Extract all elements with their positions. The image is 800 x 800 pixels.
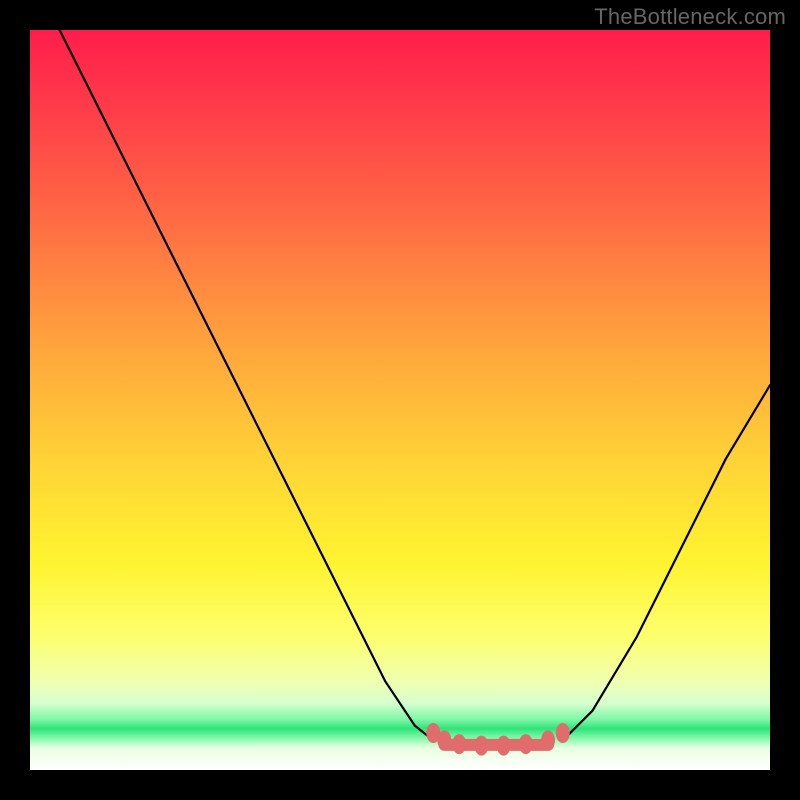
optimal-dot (541, 730, 555, 750)
curves-svg (30, 30, 770, 770)
optimal-dot (556, 723, 570, 743)
optimal-dot (474, 736, 488, 756)
optimal-dot (452, 734, 466, 754)
chart-frame: TheBottleneck.com (0, 0, 800, 800)
optimal-dot (437, 730, 451, 750)
watermark-text: TheBottleneck.com (594, 4, 786, 30)
right-branch-line (563, 385, 770, 740)
optimal-dot (519, 734, 533, 754)
left-branch-line (60, 30, 434, 740)
plot-area (30, 30, 770, 770)
optimal-dot (497, 736, 511, 756)
